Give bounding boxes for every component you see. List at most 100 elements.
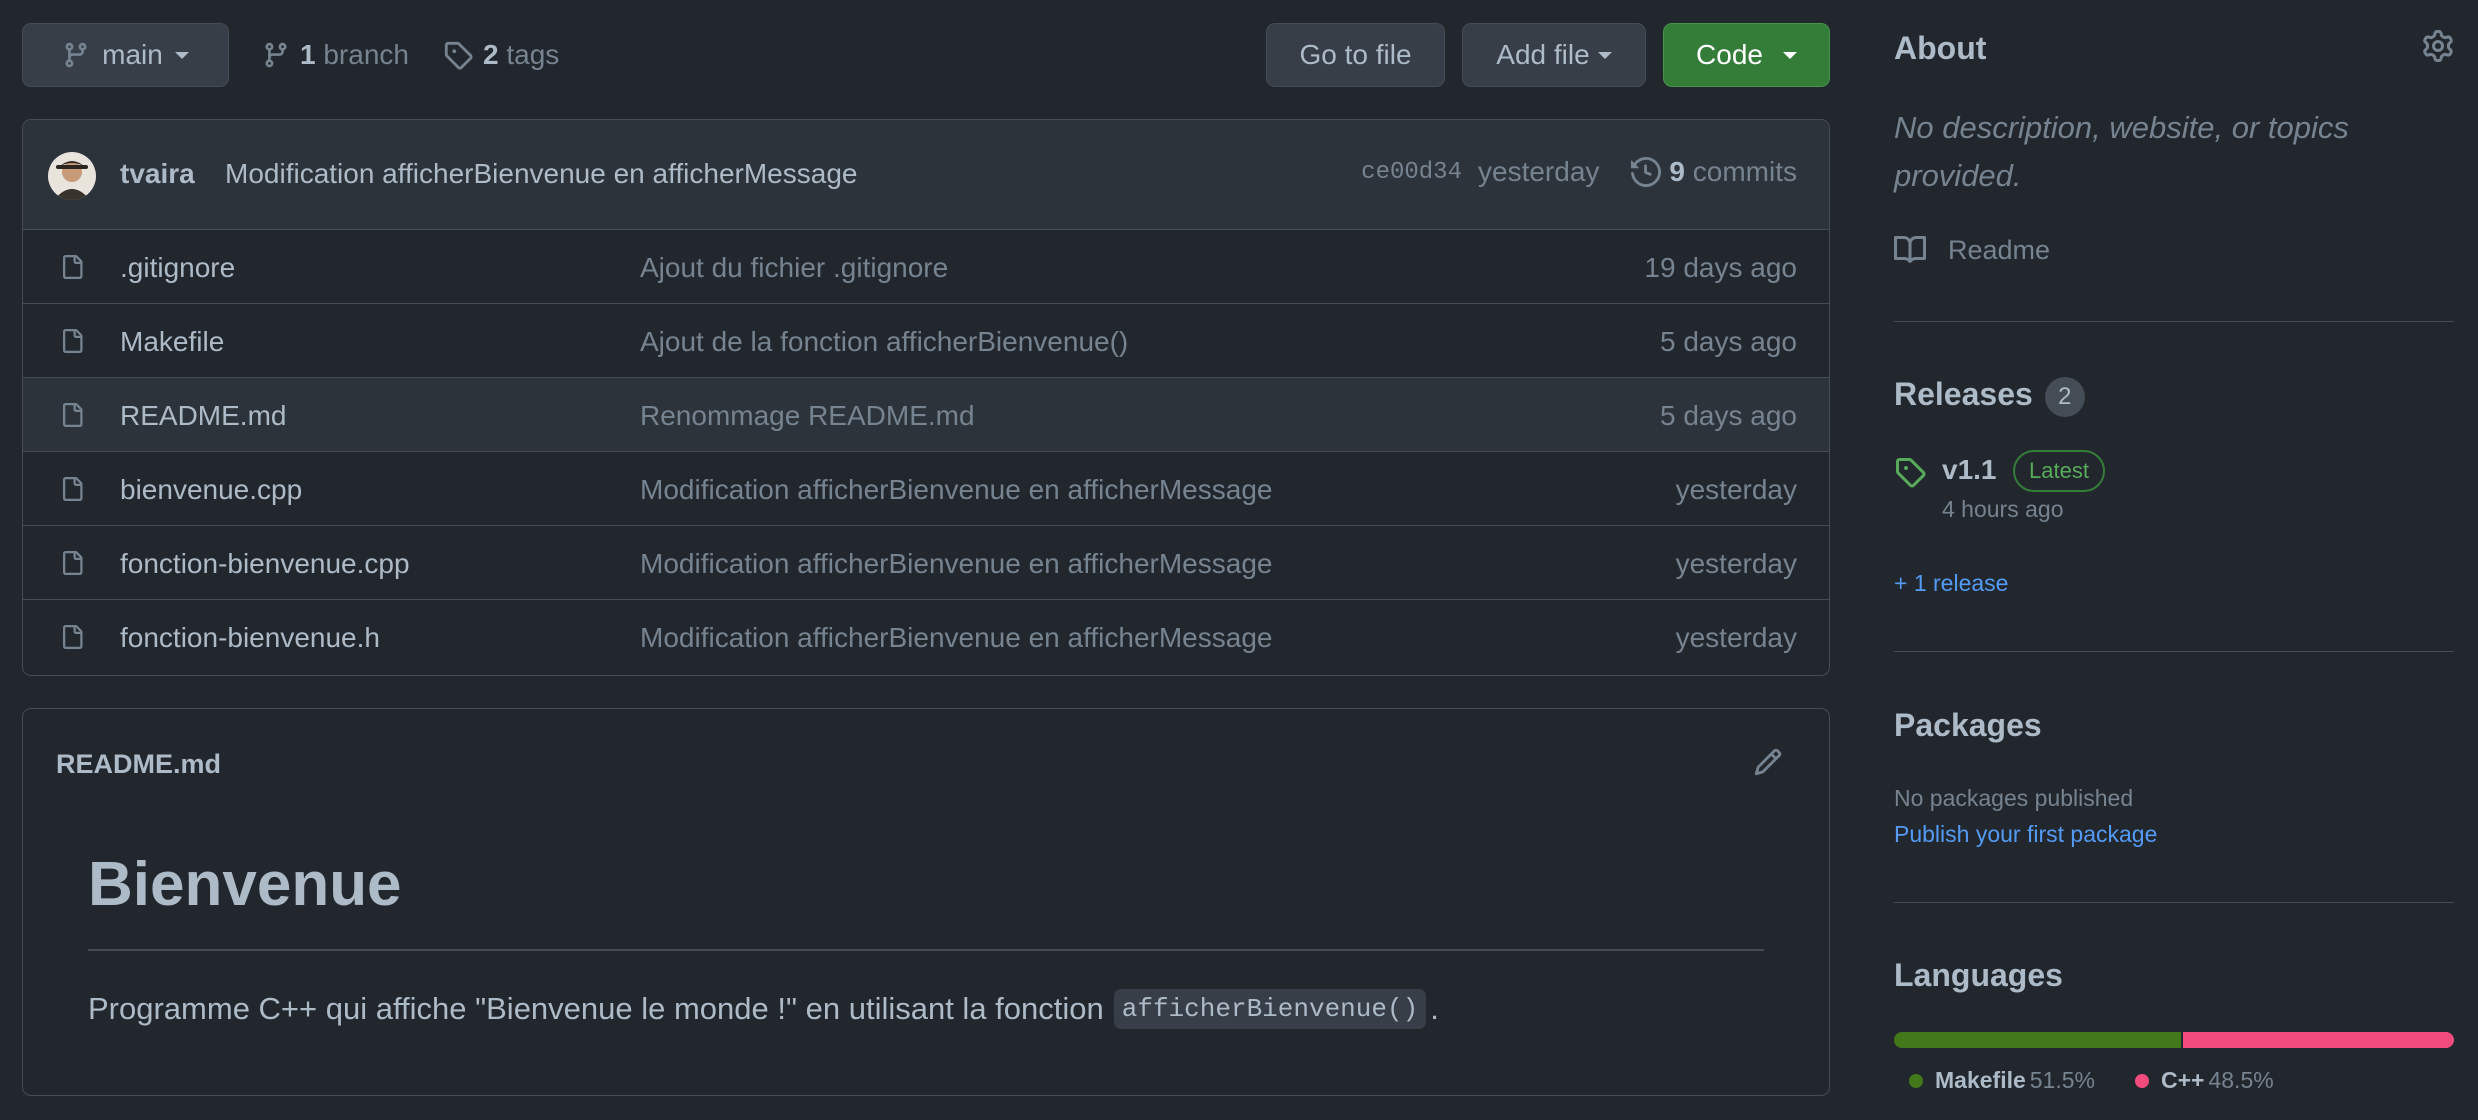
file-row[interactable]: README.md Renommage README.md 5 days ago [23,378,1829,452]
file-row[interactable]: Makefile Ajout de la fonction afficherBi… [23,304,1829,378]
file-name[interactable]: Makefile [120,326,224,358]
sidebar: About No description, website, or topics… [1894,0,2454,1120]
release-name[interactable]: v1.1 [1942,454,1997,486]
book-icon [1894,234,1926,266]
file-row[interactable]: bienvenue.cpp Modification afficherBienv… [23,452,1829,526]
languages-title: Languages [1894,957,2063,993]
tag-icon [443,40,473,70]
file-icon [60,474,84,504]
language-bar-segment [2183,1032,2454,1048]
language-percent: 48.5% [2208,1067,2274,1093]
commit-meta: ce00d34 yesterday 9 commits [1361,156,1797,188]
languages-legend: Makefile 51.5% C++ 48.5% [1909,1067,2274,1094]
git-branch-icon [262,41,290,69]
commits-count: 9 [1669,156,1685,187]
about-description: No description, website, or topics provi… [1894,110,2349,193]
commits-history-link[interactable]: 9 commits [1631,156,1797,188]
readme-divider [88,949,1764,951]
avatar[interactable] [48,152,96,200]
chevron-down-icon [174,51,189,59]
language-bar-segment [1894,1032,2182,1048]
file-row[interactable]: .gitignore Ajout du fichier .gitignore 1… [23,230,1829,304]
sidebar-divider [1894,902,2454,903]
chevron-down-icon [1782,51,1797,59]
commit-time: yesterday [1478,156,1600,187]
file-commit-message[interactable]: Modification afficherBienvenue en affich… [640,622,1272,654]
file-icon [60,400,84,430]
file-commit-message[interactable]: Ajout de la fonction afficherBienvenue() [640,326,1128,358]
file-name[interactable]: fonction-bienvenue.h [120,622,380,654]
publish-package-link[interactable]: Publish your first package [1894,821,2157,848]
branches-count: 1 [300,39,316,70]
branch-select-button[interactable]: main [22,23,229,87]
readme-heading: Bienvenue [88,850,402,919]
file-date: 5 days ago [1660,326,1797,357]
commits-label: commits [1692,156,1797,187]
more-releases-link[interactable]: + 1 release [1894,570,2008,597]
language-color-dot [1909,1073,1923,1088]
readme-panel: README.md Bienvenue Programme C++ qui af… [22,708,1830,1096]
releases-title[interactable]: Releases 2 [1894,376,2085,417]
file-row[interactable]: fonction-bienvenue.h Modification affich… [23,600,1829,674]
file-date: yesterday [1675,474,1797,505]
tags-label: tags [506,39,560,70]
file-name[interactable]: .gitignore [120,252,235,284]
file-icon [60,252,84,282]
readme-paragraph-end: . [1430,991,1439,1026]
latest-commit-bar: tvaira Modification afficherBienvenue en… [23,120,1829,230]
readme-inline-code: afficherBienvenue() [1113,989,1427,1029]
packages-empty-text: No packages published [1894,785,2134,811]
language-item-makefile[interactable]: Makefile 51.5% [1909,1067,2095,1094]
code-label: Code [1696,39,1763,70]
file-date: 19 days ago [1644,252,1797,283]
release-date: 4 hours ago [1942,496,2064,522]
file-date: yesterday [1675,548,1797,579]
file-row[interactable]: fonction-bienvenue.cpp Modification affi… [23,526,1829,600]
file-name[interactable]: fonction-bienvenue.cpp [120,548,410,580]
commit-author[interactable]: tvaira [120,158,195,190]
language-name: Makefile [1935,1067,2026,1093]
branch-select-label: main [102,39,163,70]
file-date: 5 days ago [1660,400,1797,431]
releases-title-label: Releases [1894,376,2033,412]
sidebar-divider [1894,651,2454,652]
language-name: C++ [2160,1067,2205,1093]
add-file-button[interactable]: Add file [1462,23,1646,87]
readme-paragraph: Programme C++ qui affiche "Bienvenue le … [88,989,1439,1029]
file-date: yesterday [1675,622,1797,653]
readme-paragraph-text: Programme C++ qui affiche "Bienvenue le … [88,991,1104,1026]
languages-bar [1894,1032,2454,1048]
file-commit-message[interactable]: Modification afficherBienvenue en affich… [640,474,1272,506]
file-icon [60,326,84,356]
go-to-file-button[interactable]: Go to file [1266,23,1445,87]
code-button[interactable]: Code [1663,23,1830,87]
chevron-down-icon [1597,51,1612,59]
tags-count: 2 [483,39,499,70]
readme-link-label: Readme [1948,234,2051,265]
tags-link[interactable]: 2 tags [443,23,559,87]
file-name[interactable]: README.md [120,400,286,432]
commit-sha[interactable]: ce00d34 [1361,159,1462,186]
file-commit-message[interactable]: Ajout du fichier .gitignore [640,252,948,284]
git-branch-icon [62,41,90,69]
language-color-dot [2134,1073,2149,1088]
sidebar-divider [1894,321,2454,322]
branches-link[interactable]: 1 branch [262,23,409,87]
file-list: tvaira Modification afficherBienvenue en… [22,119,1830,676]
commit-message[interactable]: Modification afficherBienvenue en affich… [225,158,857,190]
file-name[interactable]: bienvenue.cpp [120,474,302,506]
go-to-file-label: Go to file [1299,39,1412,70]
language-percent: 51.5% [2029,1067,2095,1093]
language-item-cpp[interactable]: C++ 48.5% [2134,1067,2274,1094]
readme-link[interactable]: Readme [1894,234,2050,266]
file-commit-message[interactable]: Renommage README.md [640,400,975,432]
latest-badge: Latest [2013,450,2105,492]
file-icon [60,548,84,578]
history-icon [1631,157,1662,187]
packages-title[interactable]: Packages [1894,707,2042,744]
readme-file-title[interactable]: README.md [56,749,221,780]
add-file-label: Add file [1496,39,1590,70]
pencil-icon[interactable] [1753,747,1783,777]
file-commit-message[interactable]: Modification afficherBienvenue en affich… [640,548,1272,580]
gear-icon[interactable] [2422,30,2454,62]
